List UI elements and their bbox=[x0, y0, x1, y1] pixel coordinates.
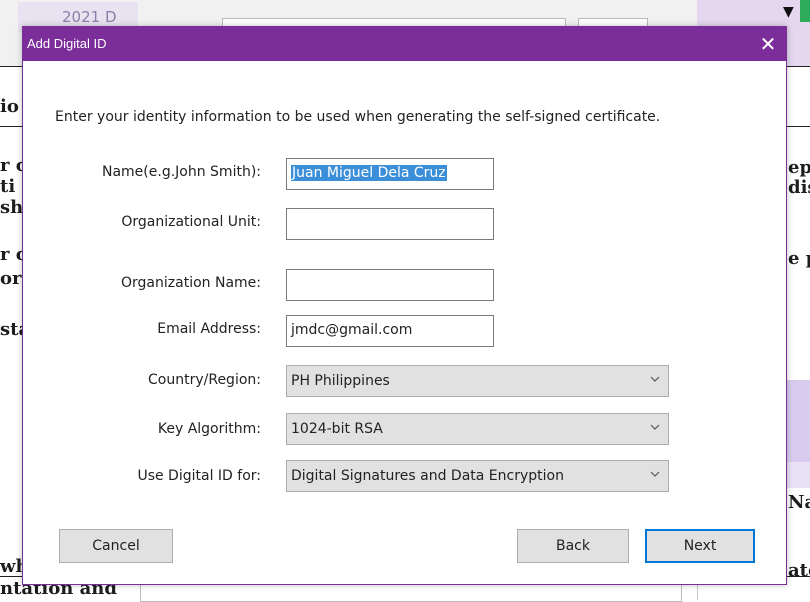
background-panel bbox=[786, 462, 810, 488]
name-label: Name(e.g.John Smith): bbox=[101, 164, 261, 180]
background-text: ate bbox=[788, 560, 810, 581]
background-text: sh bbox=[0, 197, 24, 218]
background-accent bbox=[800, 0, 810, 22]
chevron-down-icon bbox=[650, 471, 660, 477]
background-text: e p bbox=[788, 248, 810, 269]
org-unit-field[interactable] bbox=[286, 208, 494, 240]
close-icon[interactable]: ✕ bbox=[750, 27, 786, 61]
key-algorithm-value: 1024-bit RSA bbox=[291, 421, 383, 437]
org-name-label: Organization Name: bbox=[121, 275, 261, 291]
add-digital-id-dialog: Add Digital ID ✕ Enter your identity inf… bbox=[22, 26, 787, 585]
background-text: Na bbox=[788, 492, 810, 513]
use-for-value: Digital Signatures and Data Encryption bbox=[291, 468, 564, 484]
email-label: Email Address: bbox=[157, 321, 261, 337]
cancel-button[interactable]: Cancel bbox=[59, 529, 173, 563]
background-text: or bbox=[0, 268, 22, 289]
key-algorithm-label: Key Algorithm: bbox=[157, 421, 261, 437]
name-value: Juan Miguel Dela Cruz bbox=[291, 165, 447, 181]
background-panel bbox=[786, 380, 810, 462]
background-text: epr bbox=[788, 157, 810, 178]
back-button[interactable]: Back bbox=[517, 529, 629, 563]
email-field[interactable]: jmdc@gmail.com bbox=[286, 315, 494, 347]
dialog-titlebar[interactable]: Add Digital ID ✕ bbox=[23, 27, 786, 61]
instructions-text: Enter your identity information to be us… bbox=[55, 109, 661, 125]
use-for-label: Use Digital ID for: bbox=[137, 468, 261, 484]
org-unit-label: Organizational Unit: bbox=[121, 214, 261, 230]
dropdown-arrow-icon: ▼ bbox=[783, 4, 794, 20]
background-text: dis bbox=[788, 177, 810, 198]
country-label: Country/Region: bbox=[148, 372, 261, 388]
background-text: io bbox=[0, 96, 19, 117]
chevron-down-icon bbox=[650, 376, 660, 382]
use-for-select[interactable]: Digital Signatures and Data Encryption bbox=[286, 460, 669, 492]
country-select[interactable]: PH Philippines bbox=[286, 365, 669, 397]
name-field[interactable]: Juan Miguel Dela Cruz bbox=[286, 158, 494, 190]
next-button[interactable]: Next bbox=[645, 529, 755, 563]
background-text: ti bbox=[0, 176, 16, 197]
chevron-down-icon bbox=[650, 424, 660, 430]
key-algorithm-select[interactable]: 1024-bit RSA bbox=[286, 413, 669, 445]
country-value: PH Philippines bbox=[291, 373, 390, 389]
org-name-field[interactable] bbox=[286, 269, 494, 301]
dialog-title: Add Digital ID bbox=[27, 36, 107, 51]
